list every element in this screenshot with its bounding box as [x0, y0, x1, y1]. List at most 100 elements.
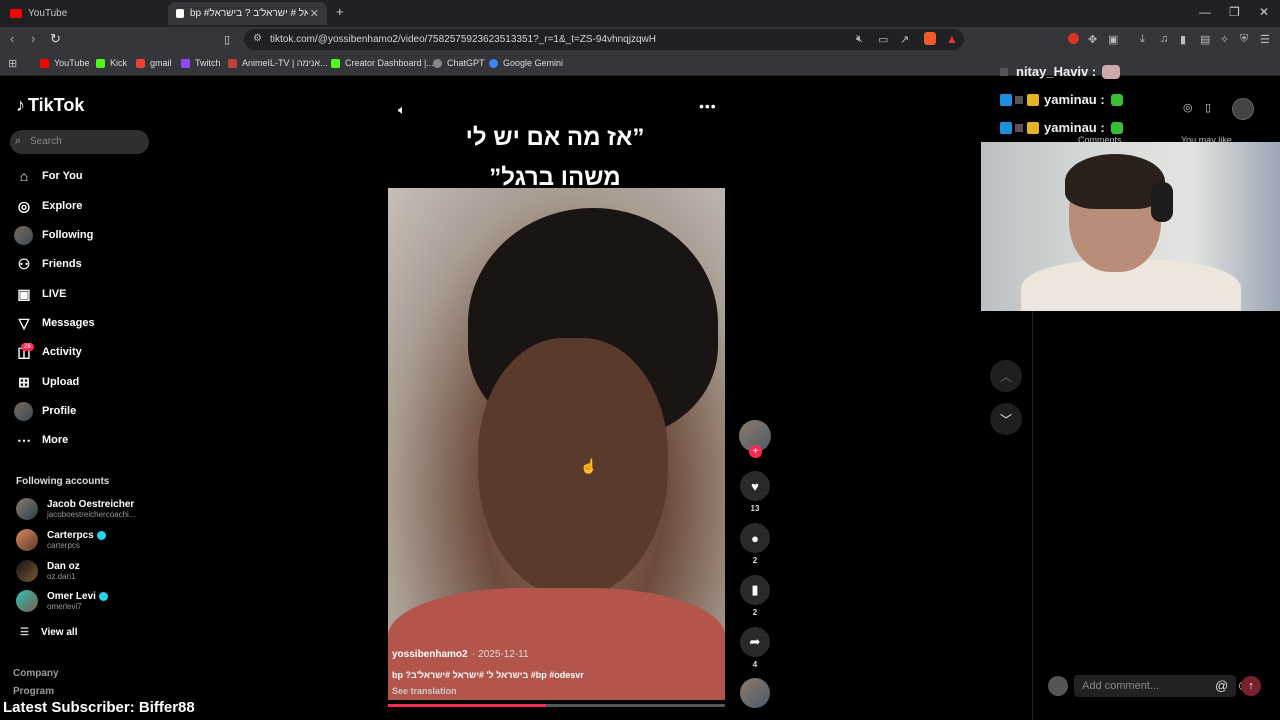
forward-icon[interactable]: › [31, 31, 35, 46]
music-disc-avatar[interactable] [740, 678, 770, 708]
tab-label: bp #ישראל # ישראל'ב ? בישראל [190, 8, 308, 19]
screenshot-icon[interactable]: ▣ [1108, 33, 1118, 46]
menu-icon[interactable]: ☰ [1260, 33, 1270, 46]
device-icon[interactable]: ▯ [1205, 101, 1211, 114]
brave-rewards-icon[interactable]: ▲ [946, 32, 958, 46]
follow-plus-icon[interactable]: + [749, 445, 762, 458]
video-author[interactable]: yossibenhamo2 [392, 649, 468, 660]
close-window-icon[interactable]: ✕ [1259, 5, 1269, 19]
share-icon[interactable]: ↗ [900, 33, 909, 46]
extensions-icon[interactable]: ✥ [1088, 33, 1097, 46]
vpn-icon[interactable]: ⛨ [1240, 33, 1248, 46]
nav-friends[interactable]: ⚇ Friends [14, 253, 82, 275]
nav-for-you[interactable]: ⌂ For You [14, 165, 83, 187]
verified-icon [98, 591, 108, 601]
extension-record-icon[interactable] [1068, 33, 1079, 44]
save-button[interactable]: ▮ 2 [740, 575, 770, 617]
music-icon[interactable]: ♫ [1160, 33, 1168, 45]
nav-upload[interactable]: ⊞ Upload [14, 371, 79, 393]
comment-button[interactable]: ● 2 [740, 523, 770, 565]
video-player[interactable] [388, 188, 725, 700]
tiktok-icon: ♪ [16, 95, 25, 115]
account-item[interactable]: Carterpcs carterpcs [16, 529, 106, 551]
home-icon: ⌂ [19, 168, 29, 184]
compass-icon[interactable]: ◎ [1183, 101, 1193, 114]
kick-icon [96, 58, 105, 68]
leo-ai-icon[interactable]: ✧ [1220, 33, 1229, 46]
comment-input[interactable]: Add comment... @ ☺ [1074, 675, 1250, 697]
account-item[interactable]: Jacob Oestreicher jacoboestreichercoachi.… [16, 498, 136, 520]
sidebar-icon[interactable]: ▮ [1180, 33, 1186, 46]
nav-explore[interactable]: ◎ Explore [14, 195, 82, 217]
tab-tiktok[interactable]: bp #ישראל # ישראל'ב ? בישראל ✕ [168, 2, 327, 25]
account-item[interactable]: Dan oz oz.dan1 [16, 560, 80, 582]
brave-shield-icon[interactable] [924, 32, 936, 45]
bookmark-chatgpt[interactable]: ChatGPT [433, 58, 485, 68]
cast-icon[interactable]: ▭ [878, 33, 888, 46]
verified-icon [96, 530, 106, 540]
site-info-icon[interactable]: ⚙ [253, 33, 262, 44]
video-frame-face [478, 338, 668, 598]
avatar [16, 529, 38, 551]
wallet-icon[interactable]: ▤ [1200, 33, 1210, 46]
new-tab-button[interactable]: + [336, 4, 344, 19]
bookmark-animeil[interactable]: AnimeIL-TV | אנימה... [228, 58, 328, 68]
nav-messages[interactable]: ▽ Messages [14, 312, 95, 334]
account-item[interactable]: Omer Levi omerlevi7 [16, 590, 108, 612]
reload-icon[interactable]: ↻ [50, 31, 61, 47]
video-caption: bp ?בישראל ל' #ישראל #ישראל'ב #bp #odesv… [392, 670, 584, 680]
video-progress-bar[interactable] [388, 704, 725, 707]
bookmark-twitch[interactable]: Twitch [181, 58, 221, 68]
search-icon: ⌕ [15, 135, 22, 147]
share-icon: ➦ [740, 627, 770, 657]
bookmark-gemini[interactable]: Google Gemini [489, 58, 563, 68]
mute-icon[interactable]: 🔇︎ [856, 33, 863, 46]
bookmark-youtube[interactable]: YouTube [40, 58, 89, 68]
bookmark-gmail[interactable]: gmail [136, 58, 172, 68]
following-avatar [14, 225, 33, 245]
nav-profile[interactable]: Profile [14, 400, 76, 422]
bookmark-creator-dashboard[interactable]: Creator Dashboard |... [331, 58, 434, 68]
search-input[interactable]: ⌕ Search [10, 130, 149, 154]
next-video-button[interactable]: ﹀ [990, 403, 1022, 435]
more-options-icon[interactable]: ••• [699, 98, 717, 114]
chat-message: nitay_Haviv : [1000, 64, 1121, 79]
back-icon[interactable]: ‹ [10, 31, 14, 46]
chat-message: yaminau : [1000, 92, 1123, 107]
see-translation-link[interactable]: See translation [392, 686, 722, 696]
tiktok-logo[interactable]: ♪ TikTok [16, 95, 84, 116]
minimize-icon[interactable]: — [1199, 5, 1211, 19]
send-icon[interactable]: ↑ [1241, 676, 1261, 696]
nav-following[interactable]: Following [14, 224, 93, 246]
search-placeholder: Search [30, 136, 62, 147]
url-field[interactable]: ⚙ tiktok.com/@yossibenhamo2/video/758257… [244, 29, 964, 50]
profile-avatar[interactable] [1232, 98, 1254, 120]
avatar [16, 498, 38, 520]
emote-icon [1110, 93, 1123, 106]
close-tab-icon[interactable]: ✕ [310, 7, 319, 20]
like-button[interactable]: ♥ 13 [740, 471, 770, 513]
webcam-headset [1151, 182, 1173, 222]
address-bar: ‹ › ↻ ▯ ⚙ tiktok.com/@yossibenhamo2/vide… [0, 27, 1280, 52]
view-all-button[interactable]: ☰ View all [20, 627, 77, 638]
video-overlay-text: ”אז מה אם יש לי משהו ברגל” [465, 124, 645, 191]
apps-grid-icon[interactable]: ⊞ [8, 57, 17, 70]
chat-badge-icon [1027, 93, 1039, 106]
tab-youtube[interactable]: YouTube [2, 2, 167, 25]
footer-company-link[interactable]: Company [13, 668, 59, 679]
nav-live[interactable]: ▣ LIVE [14, 283, 66, 305]
mouse-cursor-icon: ☝ [580, 458, 598, 474]
mention-icon[interactable]: @ [1215, 678, 1228, 693]
volume-icon[interactable]: 🔈︎ [398, 102, 406, 118]
download-icon[interactable]: ⤓ [1140, 33, 1145, 46]
bookmark-kick[interactable]: Kick [96, 58, 127, 68]
share-button[interactable]: ➦ 4 [740, 627, 770, 669]
footer-program-link[interactable]: Program [13, 686, 54, 697]
bookmark-icon[interactable]: ▯ [224, 33, 230, 46]
restore-icon[interactable]: ❐ [1229, 5, 1240, 19]
nav-more[interactable]: ⋯ More [14, 429, 68, 451]
previous-video-button[interactable]: ︿ [990, 360, 1022, 392]
comment-count: 2 [752, 556, 758, 565]
more-icon: ⋯ [17, 431, 31, 448]
emote-icon [1110, 121, 1123, 134]
